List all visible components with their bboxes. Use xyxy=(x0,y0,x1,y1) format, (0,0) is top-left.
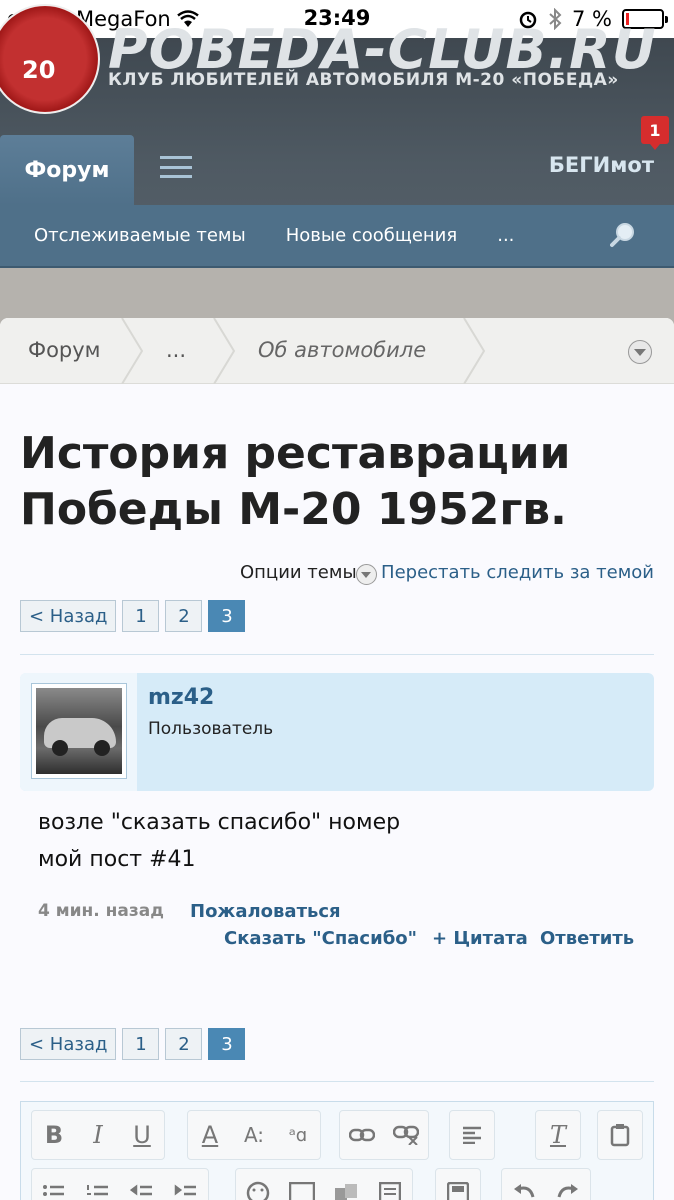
post-timestamp[interactable]: 4 мин. назад xyxy=(38,901,164,921)
thread-options-link[interactable]: Опции темы xyxy=(240,562,357,583)
chevron-down-icon[interactable] xyxy=(356,564,377,585)
breadcrumb-separator-icon xyxy=(213,318,236,384)
post-body: возле "сказать спасибо" номер мой пост #… xyxy=(38,804,638,878)
link-icon[interactable] xyxy=(340,1110,384,1160)
user-menu-link[interactable]: БЕГИмот xyxy=(549,153,654,177)
font-size-icon[interactable]: A: xyxy=(232,1110,276,1160)
tab-forum[interactable]: Форум xyxy=(0,135,134,205)
history-group xyxy=(501,1168,591,1200)
text-color-icon[interactable]: A xyxy=(188,1110,232,1160)
breadcrumb: Форум ... Об автомобиле xyxy=(0,318,674,384)
quote-link[interactable]: + Цитата xyxy=(432,928,528,949)
avatar-photo xyxy=(36,688,122,774)
save-draft-icon[interactable] xyxy=(436,1168,480,1200)
pager-page-2[interactable]: 2 xyxy=(165,1028,203,1060)
thanks-link[interactable]: Сказать "Спасибо" xyxy=(224,928,417,949)
bullet-list-icon[interactable] xyxy=(32,1168,76,1200)
paste-group xyxy=(597,1110,643,1160)
smiley-icon[interactable] xyxy=(236,1168,280,1200)
post-user-role: Пользователь xyxy=(148,719,274,739)
content-card: Форум ... Об автомобиле История реставра… xyxy=(0,318,674,1200)
paste-icon[interactable] xyxy=(598,1110,642,1160)
image-icon[interactable] xyxy=(280,1168,324,1200)
pager-page-3[interactable]: 3 xyxy=(208,600,246,632)
pager-page-3[interactable]: 3 xyxy=(208,1028,246,1060)
post-body-line: мой пост #41 xyxy=(38,847,196,872)
pager-back-button[interactable]: < Назад xyxy=(20,1028,117,1060)
font-family-icon[interactable]: ᵃɑ xyxy=(276,1110,320,1160)
breadcrumb-dropdown-icon[interactable] xyxy=(628,340,652,364)
hamburger-menu-icon[interactable] xyxy=(160,156,192,178)
pagination-bottom: < Назад 1 2 3 xyxy=(20,1028,246,1060)
pager-page-2[interactable]: 2 xyxy=(165,600,203,632)
breadcrumb-section[interactable]: Об автомобиле xyxy=(258,338,426,362)
more-link[interactable]: ... xyxy=(497,225,514,246)
notification-badge[interactable]: 1 xyxy=(641,116,669,150)
font-group: A A: ᵃɑ xyxy=(187,1110,321,1160)
post-header: mz42 Пользователь xyxy=(20,673,654,791)
save-group xyxy=(435,1168,481,1200)
list-group xyxy=(31,1168,209,1200)
pager-back-button[interactable]: < Назад xyxy=(20,600,117,632)
link-group xyxy=(339,1110,429,1160)
breadcrumb-separator-icon xyxy=(463,318,486,384)
redo-icon[interactable] xyxy=(546,1168,590,1200)
search-icon[interactable] xyxy=(610,222,636,248)
site-logo[interactable]: 20 xyxy=(0,4,100,114)
align-left-icon[interactable] xyxy=(450,1110,494,1160)
pager-page-1[interactable]: 1 xyxy=(122,600,160,632)
code-icon[interactable] xyxy=(368,1168,412,1200)
new-posts-link[interactable]: Новые сообщения xyxy=(286,225,458,246)
breadcrumb-separator-icon xyxy=(121,318,144,384)
remove-format-icon[interactable]: T xyxy=(536,1110,580,1160)
unwatch-thread-link[interactable]: Перестать следить за темой xyxy=(381,562,654,583)
media-icon[interactable] xyxy=(324,1168,368,1200)
avatar[interactable] xyxy=(31,683,127,779)
divider xyxy=(20,654,654,655)
bold-icon[interactable]: B xyxy=(32,1110,76,1160)
site-slogan: КЛУБ ЛЮБИТЕЛЕЙ АВТОМОБИЛЯ М-20 «ПОБЕДА» xyxy=(108,70,619,90)
outdent-icon[interactable] xyxy=(120,1168,164,1200)
avatar-column xyxy=(20,673,137,791)
post-body-line: возле "сказать спасибо" номер xyxy=(38,810,401,835)
breadcrumb-ellipsis[interactable]: ... xyxy=(166,338,186,362)
italic-icon[interactable]: I xyxy=(76,1110,120,1160)
numbered-list-icon[interactable] xyxy=(76,1168,120,1200)
format-group: B I U xyxy=(31,1110,165,1160)
align-group xyxy=(449,1110,495,1160)
clear-group: T xyxy=(535,1110,581,1160)
insert-group xyxy=(235,1168,413,1200)
reply-editor: B I U A A: ᵃɑ T xyxy=(20,1101,654,1200)
reply-link[interactable]: Ответить xyxy=(540,928,634,949)
indent-icon[interactable] xyxy=(164,1168,208,1200)
watched-threads-link[interactable]: Отслеживаемые темы xyxy=(34,225,246,246)
breadcrumb-forum[interactable]: Форум xyxy=(28,338,101,362)
unlink-icon[interactable] xyxy=(384,1110,428,1160)
underline-icon[interactable]: U xyxy=(120,1110,164,1160)
pager-page-1[interactable]: 1 xyxy=(122,1028,160,1060)
divider xyxy=(20,1081,654,1082)
thread-title: История реставрации Победы М-20 1952гв. xyxy=(20,428,571,535)
pagination-top: < Назад 1 2 3 xyxy=(20,600,246,632)
report-link[interactable]: Пожаловаться xyxy=(190,901,341,922)
undo-icon[interactable] xyxy=(502,1168,546,1200)
post-username[interactable]: mz42 xyxy=(148,685,214,710)
sub-navigation: Отслеживаемые темы Новые сообщения ... xyxy=(0,205,674,268)
site-header: 20 POBEDA-CLUB.RU КЛУБ ЛЮБИТЕЛЕЙ АВТОМОБ… xyxy=(0,4,674,268)
